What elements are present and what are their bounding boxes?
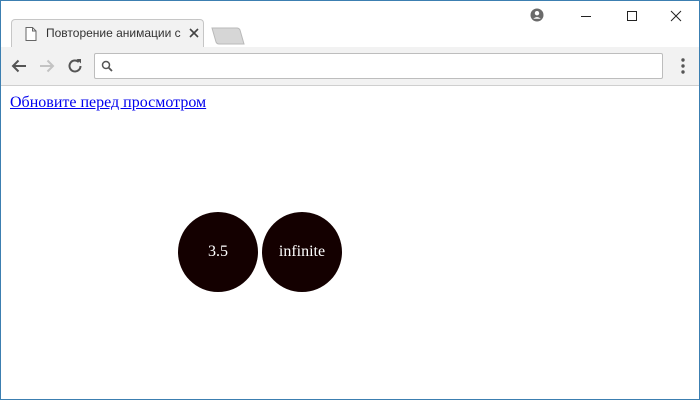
maximize-icon [627, 11, 637, 21]
minimize-icon [581, 16, 591, 17]
address-bar[interactable] [94, 53, 663, 79]
title-bar: Повторение анимации с [1, 1, 699, 47]
address-input[interactable] [119, 56, 654, 76]
browser-window: Повторение анимации с Обновите перед про… [0, 0, 700, 400]
tab-title: Повторение анимации с [46, 26, 181, 40]
animated-circle-3-5: 3.5 [178, 212, 258, 292]
tab-close-icon[interactable] [188, 27, 200, 39]
document-icon [25, 27, 37, 41]
refresh-link[interactable]: Обновите перед просмотром [10, 94, 206, 112]
circle-label: 3.5 [208, 243, 228, 260]
tab-active[interactable]: Повторение анимации с [11, 19, 204, 47]
search-icon [101, 60, 113, 72]
browser-toolbar [1, 47, 699, 86]
animated-circle-infinite: infinite [262, 212, 342, 292]
forward-arrow-icon[interactable] [37, 56, 57, 76]
page-content: Обновите перед просмотром 3.5 infinite [1, 86, 699, 399]
back-arrow-icon[interactable] [9, 56, 29, 76]
minimize-button[interactable] [563, 1, 609, 31]
new-tab-icon[interactable] [211, 27, 245, 45]
profile-icon[interactable] [530, 8, 544, 22]
circle-label: infinite [278, 243, 326, 260]
more-vert-icon[interactable] [675, 56, 691, 76]
reload-icon[interactable] [65, 56, 85, 76]
maximize-button[interactable] [609, 1, 655, 31]
window-close-button[interactable] [653, 1, 699, 31]
close-icon [670, 10, 682, 22]
